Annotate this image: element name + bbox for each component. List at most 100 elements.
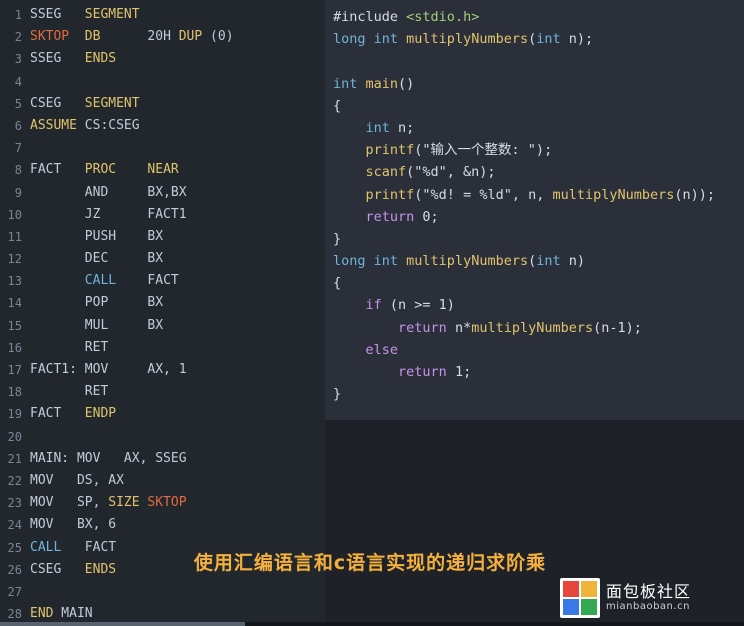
assembly-line-text: CALL FACT xyxy=(84,273,179,289)
assembly-line-text: CSEG SEGMENT xyxy=(30,95,140,111)
assembly-line: 8 FACT PROC NEAR xyxy=(0,159,325,181)
assembly-line: 5 CSEG SEGMENT xyxy=(0,93,325,115)
line-number: 18 xyxy=(7,385,22,400)
assembly-line-text: PUSH BX xyxy=(30,228,164,244)
line-number: 12 xyxy=(7,252,22,267)
line-number: 22 xyxy=(7,473,22,488)
assembly-line: 7 xyxy=(0,137,325,159)
four-square-logo-icon xyxy=(560,578,600,618)
watermark-site-name: 面包板社区 xyxy=(606,582,692,602)
assembly-line-text: SSEG ENDS xyxy=(30,51,117,67)
line-number: 15 xyxy=(7,318,22,333)
assembly-line-text xyxy=(30,426,325,448)
assembly-line: 21 MAIN: MOV AX, SSEG xyxy=(0,448,325,470)
assembly-line-text: MUL BX xyxy=(30,317,164,333)
c-line: { xyxy=(333,97,342,114)
assembly-line-text: POP BX xyxy=(30,295,164,311)
line-number: 24 xyxy=(7,518,22,533)
assembly-line: 13 CALL FACT xyxy=(0,270,325,292)
watermark: 面包板社区 mianbaoban.cn xyxy=(560,578,691,618)
line-number: 10 xyxy=(7,207,22,222)
assembly-line: 27 xyxy=(0,581,325,603)
c-line: long int multiplyNumbers(int n); xyxy=(333,31,594,48)
line-number: 6 xyxy=(14,118,22,133)
assembly-line: 2 SKTOP DB 20H DUP (0) xyxy=(0,26,325,48)
assembly-line-text: FACT1: MOV AX, 1 xyxy=(30,362,187,377)
c-line: } xyxy=(333,230,342,247)
line-number: 20 xyxy=(7,429,22,444)
assembly-code-pane: 1 SSEG SEGMENT 2 SKTOP DB 20H DUP (0) 3 SSEG … xyxy=(0,0,325,626)
line-number: 1 xyxy=(14,8,22,22)
assembly-line-text: RET xyxy=(30,384,109,400)
assembly-line-text xyxy=(30,137,325,159)
line-number: 14 xyxy=(7,296,22,311)
c-line: printf("输入一个整数: "); xyxy=(365,142,553,159)
assembly-line: 9 AND BX,BX xyxy=(0,182,325,204)
assembly-line-text: FACT ENDP xyxy=(30,406,117,422)
assembly-line-text: RET xyxy=(30,339,109,355)
watermark-site-domain: mianbaoban.cn xyxy=(606,601,690,613)
c-line: } xyxy=(333,386,342,403)
assembly-line-text: SKTOP DB 20H DUP (0) xyxy=(30,29,234,45)
c-line: #include <stdio.h> xyxy=(333,9,480,25)
c-line: else xyxy=(365,341,399,358)
assembly-line: 17 FACT1: MOV AX, 1 xyxy=(0,359,325,381)
assembly-line: 12 DEC BX xyxy=(0,248,325,270)
line-number: 19 xyxy=(7,407,22,422)
c-line: { xyxy=(333,275,342,292)
assembly-line-text: ASSUME CS:CSEG xyxy=(30,117,140,133)
watermark-text: 面包板社区 mianbaoban.cn xyxy=(606,582,692,613)
assembly-line: 11 PUSH BX xyxy=(0,226,325,248)
line-number: 23 xyxy=(7,496,22,511)
assembly-line: 14 POP BX xyxy=(0,292,325,314)
line-number: 27 xyxy=(7,584,22,599)
line-number: 21 xyxy=(7,451,22,466)
assembly-line: 6 ASSUME CS:CSEG xyxy=(0,115,325,137)
line-number: 3 xyxy=(14,52,22,67)
c-line: return n*multiplyNumbers(n-1); xyxy=(398,319,642,336)
caption-text: 使用汇编语言和c语言实现的递归求阶乘 xyxy=(193,552,547,574)
c-code-pane: #include <stdio.h> long int multiplyNumbe… xyxy=(325,0,744,420)
line-number: 5 xyxy=(14,96,22,111)
line-number: 9 xyxy=(14,185,22,200)
c-line: return 1; xyxy=(398,364,472,380)
c-line: int n; xyxy=(365,119,415,136)
line-number: 11 xyxy=(7,229,22,244)
line-number: 25 xyxy=(7,540,22,555)
line-number: 17 xyxy=(7,363,22,377)
assembly-line-text xyxy=(30,581,325,603)
assembly-line-text: SSEG SEGMENT xyxy=(30,7,140,22)
assembly-line: 24 MOV BX, 6 xyxy=(0,514,325,536)
assembly-line-text: DEC BX xyxy=(30,251,164,267)
c-line: long int multiplyNumbers(int n) xyxy=(333,253,586,270)
line-number: 7 xyxy=(14,141,22,156)
assembly-line: 22 MOV DS, AX xyxy=(0,470,325,492)
assembly-line-text: MAIN: MOV AX, SSEG xyxy=(30,450,187,466)
c-line: scanf("%d", &n); xyxy=(365,164,496,181)
assembly-line: 10 JZ FACT1 xyxy=(0,204,325,226)
assembly-line: 23 MOV SP, SIZE SKTOP xyxy=(0,492,325,514)
line-number: 8 xyxy=(14,163,22,178)
assembly-line-text xyxy=(30,71,325,93)
c-line: if (n >= 1) xyxy=(365,297,455,314)
assembly-line: 18 RET xyxy=(0,381,325,403)
line-number: 13 xyxy=(7,274,22,289)
horizontal-scrollbar-thumb[interactable] xyxy=(0,622,245,626)
line-number: 16 xyxy=(7,340,22,355)
c-line: return 0; xyxy=(365,208,439,225)
c-line xyxy=(333,50,744,72)
assembly-line: 19 FACT ENDP xyxy=(0,403,325,425)
assembly-line: 3 SSEG ENDS xyxy=(0,48,325,70)
assembly-line-text: MOV DS, AX xyxy=(30,472,124,488)
line-number: 2 xyxy=(14,30,22,45)
assembly-line-text: JZ FACT1 xyxy=(30,206,187,222)
assembly-line-text: AND BX,BX xyxy=(30,184,187,200)
assembly-line-text: MOV SP, SIZE SKTOP xyxy=(30,495,187,511)
assembly-line: 1 SSEG SEGMENT xyxy=(0,4,325,26)
assembly-line: 15 MUL BX xyxy=(0,315,325,337)
assembly-line-text: MOV BX, 6 xyxy=(30,517,117,533)
line-number: 4 xyxy=(14,74,22,89)
horizontal-scrollbar[interactable] xyxy=(0,622,744,626)
c-line: int main() xyxy=(333,75,415,92)
c-line: printf("%d! = %ld", n, multiplyNumbers(n… xyxy=(365,186,716,203)
